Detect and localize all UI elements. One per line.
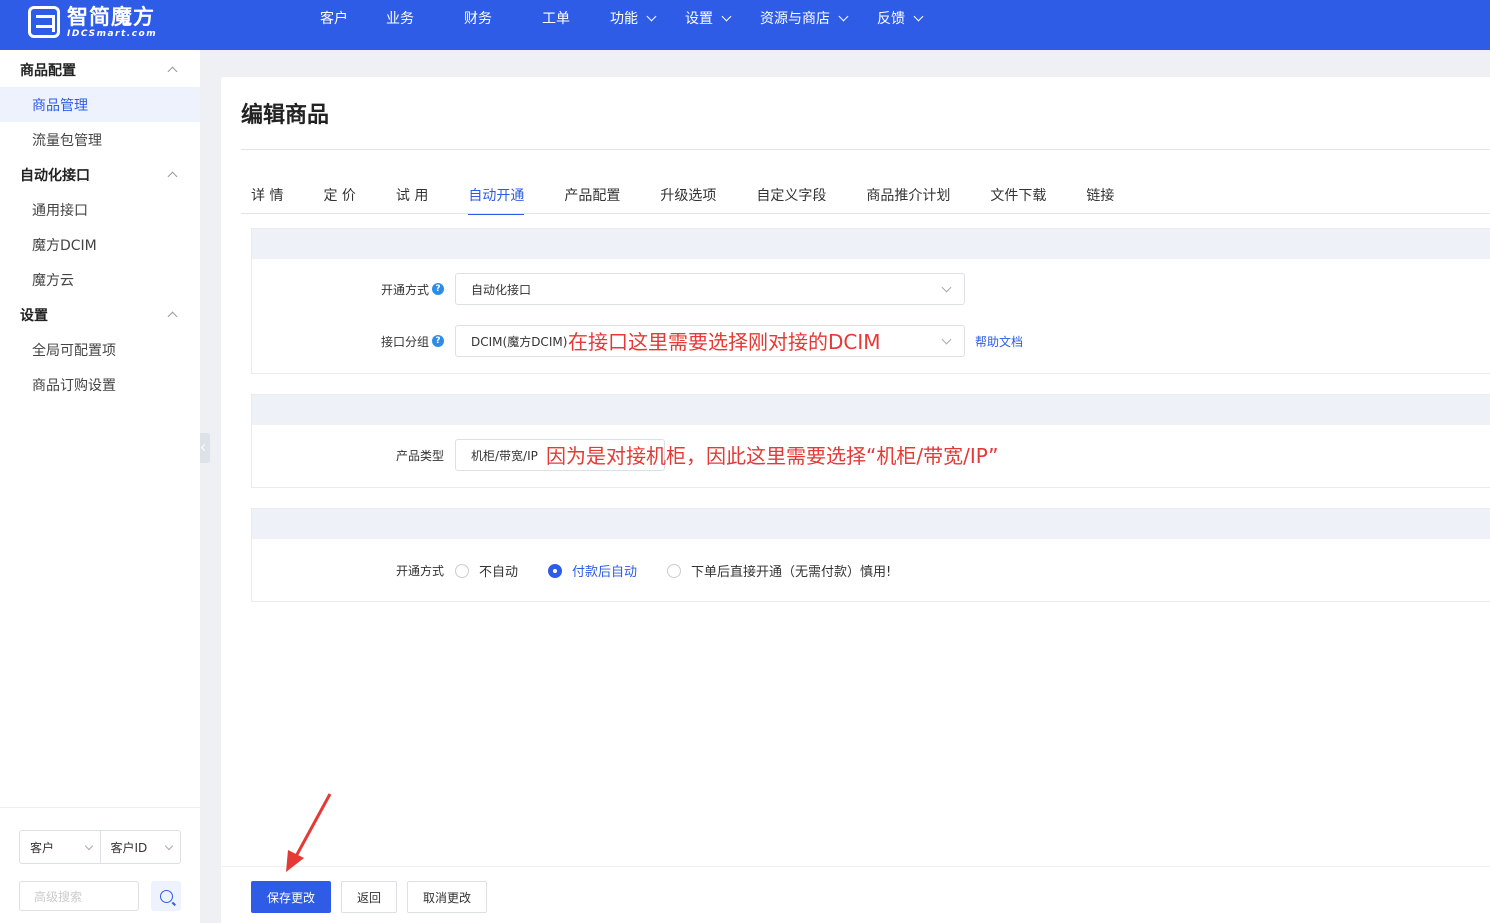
- sidebar-item-traffic-package[interactable]: 流量包管理: [0, 122, 200, 157]
- sidebar-group-product-config[interactable]: 商品配置: [0, 52, 200, 87]
- brand-name-cn: 智简魔方: [67, 5, 155, 29]
- annotation-text: 在接口这里需要选择刚对接的DCIM: [568, 330, 881, 354]
- tab-upgrade-options[interactable]: 升级选项: [660, 185, 716, 215]
- tab-trial[interactable]: 试 用: [396, 185, 428, 215]
- open-method-label: 开通方式?: [252, 281, 444, 298]
- search-icon: [159, 889, 173, 903]
- sidebar-collapse-handle[interactable]: [200, 433, 210, 463]
- open-method-select[interactable]: 自动化接口: [455, 273, 965, 305]
- tab-file-downloads[interactable]: 文件下载: [990, 185, 1046, 215]
- help-docs-link[interactable]: 帮助文档: [975, 333, 1023, 350]
- search-field-select[interactable]: 客户ID: [99, 831, 181, 863]
- interface-group-label: 接口分组?: [252, 333, 444, 350]
- divider: [241, 149, 1490, 150]
- chevron-down-icon: [941, 334, 952, 344]
- tab-product-config[interactable]: 产品配置: [564, 185, 620, 215]
- brand-name-en: IDCSmart.com: [67, 29, 158, 39]
- brand-logo[interactable]: 智简魔方 IDCSmart.com: [28, 5, 157, 39]
- chevron-down-icon: [838, 11, 849, 21]
- tab-pricing[interactable]: 定 价: [323, 185, 355, 215]
- sidebar-item-order-settings[interactable]: 商品订购设置: [0, 367, 200, 402]
- nav-item-finance[interactable]: 财务: [464, 8, 492, 28]
- save-button[interactable]: 保存更改: [251, 881, 331, 913]
- radio-no-auto[interactable]: 不自动: [455, 561, 518, 580]
- annotation-text: 因为是对接机柜，因此这里需要选择“机柜/带宽/IP”: [546, 444, 999, 468]
- radio-open-on-order[interactable]: 下单后直接开通（无需付款）慎用!: [667, 561, 891, 580]
- sidebar-item-global-config[interactable]: 全局可配置项: [0, 332, 200, 367]
- search-button[interactable]: [151, 881, 181, 911]
- advanced-search-input[interactable]: 高级搜索: [19, 881, 139, 911]
- card-header: [252, 229, 1490, 259]
- chevron-down-icon: [646, 11, 657, 21]
- nav-item-tickets[interactable]: 工单: [542, 8, 570, 28]
- sidebar-search-panel: 客户 客户ID 高级搜索: [0, 807, 200, 923]
- main-panel: 编辑商品 详 情 定 价 试 用 自动开通 产品配置 升级选项 自定义字段 商品…: [221, 77, 1490, 923]
- logo-mark-icon: [28, 6, 60, 38]
- back-button[interactable]: 返回: [341, 881, 397, 913]
- nav-item-resources-store[interactable]: 资源与商店: [760, 8, 849, 28]
- sidebar-item-product-management[interactable]: 商品管理: [0, 87, 200, 122]
- nav-item-settings[interactable]: 设置: [685, 8, 732, 28]
- chevron-down-icon: [721, 11, 732, 21]
- chevron-up-icon: [167, 66, 178, 77]
- card-provision-timing: 开通方式 不自动 付款后自动 下单后直接开通（无需付款）慎用!: [251, 508, 1490, 602]
- footer-action-bar: 保存更改 返回 取消更改: [221, 866, 1490, 923]
- top-navbar: 智简魔方 IDCSmart.com 客户 业务 财务 工单 功能 设置 资源与商…: [0, 0, 1490, 50]
- card-header: [252, 509, 1490, 539]
- radio-circle: [455, 563, 469, 578]
- chevron-down-icon: [913, 11, 924, 21]
- tab-custom-fields[interactable]: 自定义字段: [756, 185, 826, 215]
- card-product-type: 产品类型 机柜/带宽/IP 因为是对接机柜，因此这里需要选择“机柜/带宽/IP”: [251, 394, 1490, 488]
- card-interface-settings: 开通方式? 自动化接口 接口分组? DCIM(魔方DCIM) 帮助文档 在接口这…: [251, 228, 1490, 374]
- tab-referral-plan[interactable]: 商品推介计划: [866, 185, 950, 215]
- sidebar-item-generic-interface[interactable]: 通用接口: [0, 192, 200, 227]
- chevron-down-icon: [164, 841, 174, 850]
- nav-item-feedback[interactable]: 反馈: [877, 8, 924, 28]
- search-filter-select: 客户 客户ID: [19, 830, 181, 864]
- chevron-down-icon: [84, 841, 93, 850]
- radio-circle: [667, 563, 682, 578]
- radio-auto-after-payment[interactable]: 付款后自动: [548, 561, 637, 580]
- tab-links[interactable]: 链接: [1086, 185, 1114, 215]
- sidebar-group-settings[interactable]: 设置: [0, 297, 200, 332]
- nav-item-functions[interactable]: 功能: [610, 8, 657, 28]
- chevron-down-icon: [941, 282, 952, 292]
- cancel-button[interactable]: 取消更改: [407, 881, 487, 913]
- product-type-label: 产品类型: [395, 448, 444, 463]
- search-type-select[interactable]: 客户: [20, 831, 100, 863]
- card-header: [252, 395, 1490, 425]
- tab-auto-provision[interactable]: 自动开通: [468, 185, 525, 215]
- annotation-arrow-icon: [286, 793, 332, 872]
- tab-bar: 详 情 定 价 试 用 自动开通 产品配置 升级选项 自定义字段 商品推介计划 …: [251, 185, 1114, 215]
- sidebar-item-dcim[interactable]: 魔方DCIM: [0, 227, 200, 262]
- page-title: 编辑商品: [241, 103, 330, 128]
- help-question-icon[interactable]: ?: [432, 283, 444, 295]
- divider: [241, 213, 1490, 214]
- provision-timing-label: 开通方式: [395, 564, 444, 578]
- sidebar-item-cloud[interactable]: 魔方云: [0, 262, 200, 297]
- radio-circle: [548, 563, 563, 578]
- tab-details[interactable]: 详 情: [251, 185, 283, 215]
- help-question-icon[interactable]: ?: [432, 335, 444, 347]
- main-nav: 客户 业务 财务 工单 功能 设置 资源与商店 反馈: [320, 0, 924, 36]
- sidebar: 商品配置 商品管理 流量包管理 自动化接口 通用接口 魔方DCIM 魔方云 设置…: [0, 50, 200, 923]
- nav-item-business[interactable]: 业务: [386, 8, 414, 28]
- chevron-up-icon: [167, 171, 178, 182]
- nav-item-customers[interactable]: 客户: [320, 8, 348, 28]
- sidebar-group-automation-interface[interactable]: 自动化接口: [0, 157, 200, 192]
- chevron-up-icon: [167, 311, 178, 322]
